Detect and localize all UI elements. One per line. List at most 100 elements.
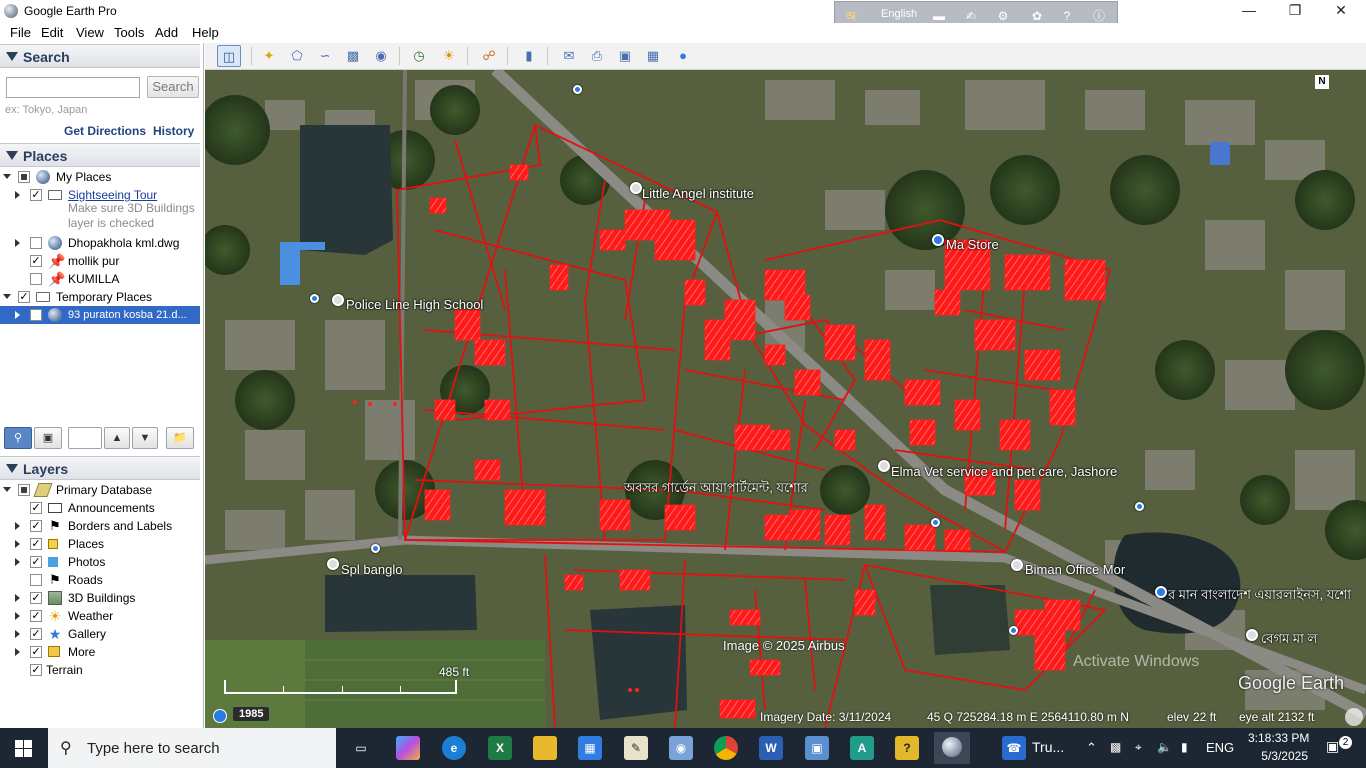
expand-triangle-icon[interactable] bbox=[15, 630, 20, 638]
label-begum[interactable]: বেগম মা ল bbox=[1261, 630, 1317, 651]
copilot-icon[interactable] bbox=[396, 736, 420, 760]
print-icon[interactable]: ⎙ bbox=[585, 45, 609, 67]
pen-icon[interactable]: ✍ bbox=[963, 8, 979, 24]
compass-north-icon[interactable]: N bbox=[1315, 75, 1329, 89]
email-icon[interactable]: ✉ bbox=[557, 45, 581, 67]
chrome-icon[interactable] bbox=[714, 736, 738, 760]
label-abashar-garden[interactable]: অবসর গার্ডেন আয়াপার্টমেন্ট, যশোর bbox=[624, 479, 808, 500]
layers-item-3d-buildings[interactable]: ✓ 3D Buildings bbox=[0, 589, 200, 607]
search-input[interactable] bbox=[6, 77, 140, 98]
place-pin-icon[interactable] bbox=[878, 460, 890, 472]
browser-icon[interactable]: ✿ bbox=[1029, 8, 1045, 24]
places-item-temporary-places[interactable]: ✓ Temporary Places bbox=[0, 288, 200, 306]
info-marker-icon[interactable] bbox=[371, 544, 380, 553]
menu-help[interactable]: Help bbox=[192, 25, 219, 40]
notepad-icon[interactable]: ✎ bbox=[624, 736, 648, 760]
info-marker-icon[interactable] bbox=[931, 518, 940, 527]
checkbox-unchecked[interactable] bbox=[30, 273, 42, 285]
menu-add[interactable]: Add bbox=[155, 25, 178, 40]
language-indicator[interactable]: ENG bbox=[1206, 740, 1234, 755]
search-places-icon[interactable]: ⚲ bbox=[4, 427, 32, 449]
info-icon[interactable]: ⓘ bbox=[1091, 8, 1107, 24]
expand-triangle-icon[interactable] bbox=[15, 612, 20, 620]
input-method-icon[interactable]: অ bbox=[843, 8, 859, 24]
place-pin-icon[interactable] bbox=[932, 234, 944, 246]
windows-start-icon[interactable] bbox=[15, 740, 33, 757]
checkbox-checked[interactable]: ✓ bbox=[30, 664, 42, 676]
expand-triangle-icon[interactable] bbox=[3, 487, 11, 492]
layers-item-places[interactable]: ✓ Places bbox=[0, 535, 200, 553]
menu-tools[interactable]: Tools bbox=[114, 25, 144, 40]
label-police-line[interactable]: Police Line High School bbox=[346, 297, 483, 312]
checkbox-partial[interactable] bbox=[18, 171, 30, 183]
expand-triangle-icon[interactable] bbox=[15, 558, 20, 566]
layers-item-borders-labels[interactable]: ✓ ⚑ Borders and Labels bbox=[0, 517, 200, 535]
edge-browser-icon[interactable]: e bbox=[442, 736, 466, 760]
places-filter-input[interactable] bbox=[68, 427, 102, 449]
layers-item-photos[interactable]: ✓ Photos bbox=[0, 553, 200, 571]
expand-triangle-icon[interactable] bbox=[15, 239, 20, 247]
checkbox-checked[interactable]: ✓ bbox=[30, 255, 42, 267]
app-window-icon[interactable]: ▣ bbox=[805, 736, 829, 760]
expand-triangle-icon[interactable] bbox=[15, 648, 20, 656]
layers-item-more[interactable]: ✓ More bbox=[0, 643, 200, 661]
checkbox-unchecked[interactable] bbox=[30, 237, 42, 249]
save-image-icon[interactable]: ▣ bbox=[613, 45, 637, 67]
settings-gear-icon[interactable]: ⚙ bbox=[995, 8, 1011, 24]
checkbox-checked[interactable]: ✓ bbox=[30, 610, 42, 622]
word-icon[interactable]: W bbox=[759, 736, 783, 760]
expand-triangle-icon[interactable] bbox=[15, 311, 20, 319]
keyboard-icon[interactable]: ▬ bbox=[931, 8, 947, 24]
label-ma-store[interactable]: Ma Store bbox=[946, 237, 999, 252]
add-path-icon[interactable]: ∽ bbox=[313, 45, 337, 67]
open-folder-icon[interactable]: 📁 bbox=[166, 427, 194, 449]
move-up-icon[interactable]: ▲ bbox=[104, 427, 130, 449]
search-section-header[interactable]: Search bbox=[0, 44, 200, 68]
places-item-dhopakhola[interactable]: Dhopakhola kml.dwg bbox=[0, 234, 200, 252]
place-pin-icon[interactable] bbox=[332, 294, 344, 306]
record-tour-icon[interactable]: ◉ bbox=[369, 45, 393, 67]
place-pin-icon[interactable] bbox=[327, 558, 339, 570]
expand-triangle-icon[interactable] bbox=[15, 594, 20, 602]
layers-item-roads[interactable]: ⚑ Roads bbox=[0, 571, 200, 589]
nav-controls-icon[interactable] bbox=[1345, 708, 1363, 726]
google-earth-taskbar-icon[interactable] bbox=[934, 732, 970, 764]
taskbar-search-box[interactable]: ⚲ Type here to search bbox=[48, 728, 336, 768]
get-directions-link[interactable]: Get Directions bbox=[64, 124, 146, 138]
earth-view-icon[interactable]: ● bbox=[671, 45, 695, 67]
checkbox-checked[interactable]: ✓ bbox=[18, 291, 30, 303]
checkbox-checked[interactable]: ✓ bbox=[30, 309, 42, 321]
truecaller-icon[interactable]: ☎ bbox=[1002, 736, 1026, 760]
help-tool-icon[interactable]: ? bbox=[895, 736, 919, 760]
add-overlay-icon[interactable]: ▩ bbox=[341, 45, 365, 67]
places-item-mollik-pur[interactable]: ✓ 📌 mollik pur bbox=[0, 252, 200, 270]
language-label[interactable]: English bbox=[881, 8, 917, 20]
battery-icon[interactable]: ▮ bbox=[1181, 740, 1188, 754]
planets-icon[interactable]: ☍ bbox=[477, 45, 501, 67]
file-explorer-icon[interactable] bbox=[533, 736, 557, 760]
expand-triangle-icon[interactable] bbox=[3, 294, 11, 299]
info-marker-icon[interactable] bbox=[1135, 502, 1144, 511]
checkbox-unchecked[interactable] bbox=[30, 574, 42, 586]
info-marker-icon[interactable] bbox=[1009, 626, 1018, 635]
maximize-button[interactable]: ❐ bbox=[1272, 0, 1318, 23]
notifications-icon[interactable]: ▣ bbox=[1326, 738, 1339, 755]
label-biman-bangladesh[interactable]: র মান বাংলাদেশ এয়ারলাইনস, যশো bbox=[1168, 586, 1351, 607]
layers-item-primary-database[interactable]: Primary Database bbox=[0, 481, 200, 499]
add-polygon-icon[interactable]: ⬠ bbox=[285, 45, 309, 67]
paint-icon[interactable]: ◉ bbox=[669, 736, 693, 760]
task-view-icon[interactable]: ▭ bbox=[349, 736, 373, 760]
microsoft-store-icon[interactable]: ▦ bbox=[578, 736, 602, 760]
historical-clock-icon[interactable] bbox=[213, 709, 227, 723]
checkbox-checked[interactable]: ✓ bbox=[30, 189, 42, 201]
layers-item-announcements[interactable]: ✓ Announcements bbox=[0, 499, 200, 517]
place-pin-icon[interactable] bbox=[630, 182, 642, 194]
tray-chevron-icon[interactable]: ⌃ bbox=[1086, 740, 1097, 756]
label-elma-vet[interactable]: Elma Vet service and pet care, Jashore bbox=[891, 464, 1117, 479]
menu-file[interactable]: File bbox=[10, 25, 31, 40]
checkbox-checked[interactable]: ✓ bbox=[30, 592, 42, 604]
expand-triangle-icon[interactable] bbox=[3, 174, 11, 179]
layers-section-header[interactable]: Layers bbox=[0, 456, 200, 480]
menu-view[interactable]: View bbox=[76, 25, 104, 40]
places-item-kumilla[interactable]: 📌 KUMILLA bbox=[0, 270, 200, 288]
